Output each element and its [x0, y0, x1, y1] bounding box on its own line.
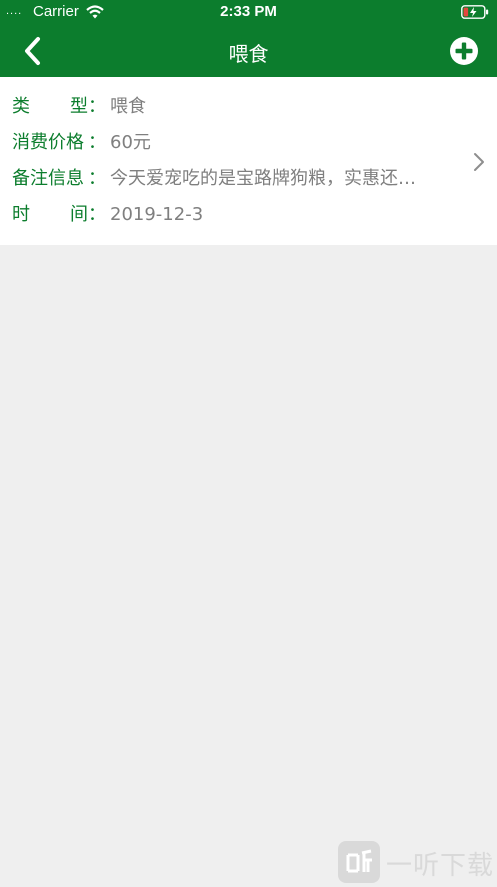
- chevron-right-icon: [474, 153, 484, 171]
- battery-charging-icon: [461, 5, 489, 19]
- note-colon: ：: [88, 168, 106, 189]
- price-colon: ：: [88, 132, 106, 153]
- status-bar: .... Carrier 2:33 PM: [0, 0, 497, 25]
- note-value: 今天爱宠吃的是宝路牌狗粮，实惠还…: [110, 168, 416, 189]
- type-value: 喂食: [110, 96, 146, 117]
- watermark-text: 一听下载: [386, 851, 495, 881]
- navigation-bar: 喂食: [0, 25, 497, 77]
- type-label: 类 型: [12, 93, 88, 121]
- type-colon: ：: [88, 96, 106, 117]
- time-label: 时 间: [12, 201, 88, 229]
- time-value: 2019-12-3: [110, 204, 204, 225]
- watermark-logo-icon: [338, 841, 380, 883]
- clock: 2:33 PM: [220, 3, 277, 20]
- type-label-char-2: 型: [70, 96, 88, 117]
- price-value: 60元: [110, 132, 151, 153]
- add-record-plus-icon[interactable]: [449, 36, 479, 66]
- time-label-char-1: 时: [12, 204, 30, 225]
- watermark: 一听下载: [338, 841, 497, 883]
- time-label-char-2: 间: [70, 204, 88, 225]
- page-title: 喂食: [228, 42, 269, 66]
- type-label-char-1: 类: [12, 96, 30, 117]
- expense-record-card[interactable]: 类 型 ： 喂食 消费价格 ： 60元 备注信息 ： 今天爱宠吃的是宝路牌狗粮，…: [0, 77, 497, 245]
- time-colon: ：: [88, 204, 106, 225]
